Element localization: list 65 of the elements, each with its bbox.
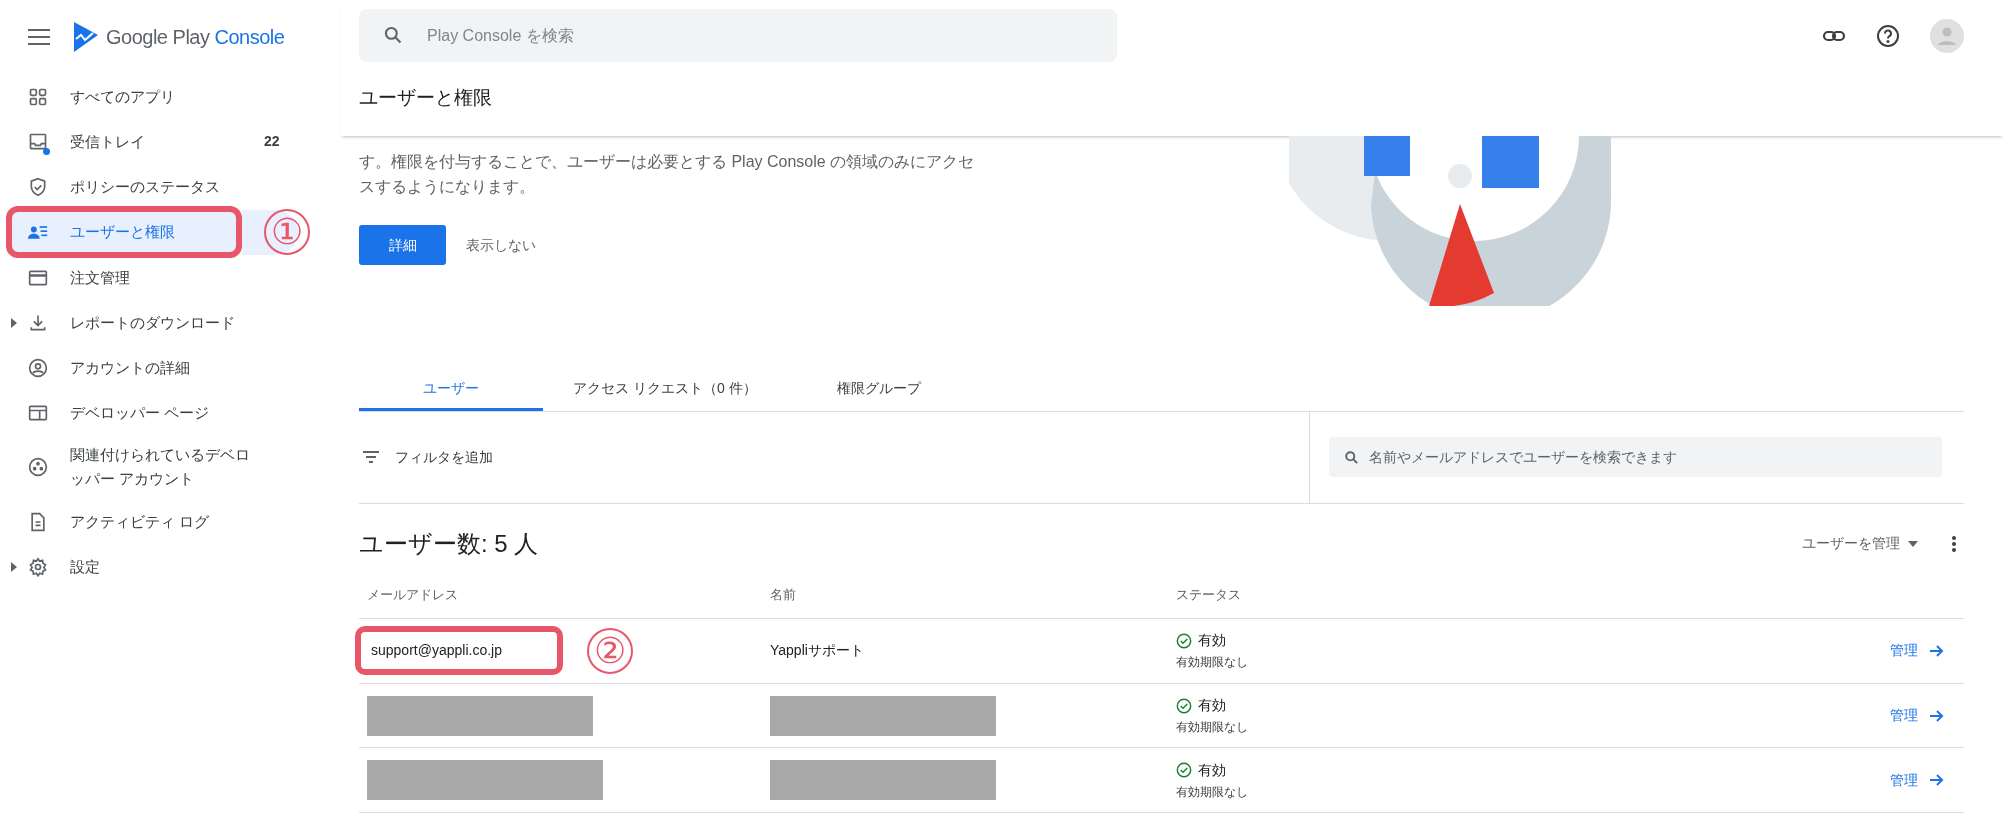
- column-header: ステータス: [1176, 586, 1242, 605]
- user-count-heading: ユーザー数: 5 人: [359, 528, 540, 559]
- column-header: メールアドレス: [367, 586, 459, 605]
- expand-arrow-icon[interactable]: [11, 317, 17, 328]
- sidebar-item[interactable]: デベロッパー ページ: [12, 390, 292, 435]
- check-circle-icon: [1176, 697, 1192, 714]
- arrow-icon: [1930, 709, 1944, 722]
- sidebar-item[interactable]: 注文管理: [12, 255, 292, 300]
- manage-users-menu[interactable]: ユーザーを管理: [1802, 533, 1918, 555]
- shield-icon: [28, 176, 48, 197]
- settings-icon: [28, 556, 48, 577]
- details-button[interactable]: 詳細: [359, 225, 446, 266]
- column-header: 名前: [770, 586, 797, 605]
- search-field[interactable]: Play Console を検索: [359, 9, 1117, 62]
- caret-icon: [1908, 540, 1918, 547]
- sidebar-item[interactable]: ポリシーのステータス: [12, 164, 292, 209]
- check-circle-icon: [1176, 632, 1192, 649]
- inbox-icon: [28, 131, 48, 152]
- name-cell-text: Yappliサポート: [770, 641, 865, 661]
- manage-link[interactable]: 管理: [1890, 640, 1944, 662]
- check-circle-icon: [1176, 762, 1192, 779]
- sidebar-item[interactable]: 関連付けられているデベロッパー アカウント: [12, 435, 292, 499]
- filter-icon[interactable]: [363, 451, 379, 464]
- arrow-icon: [1930, 644, 1944, 657]
- arrow-icon: [1930, 774, 1944, 787]
- sidebar-item[interactable]: レポートのダウンロード: [12, 300, 292, 345]
- sidebar-item[interactable]: アクティビティ ログ: [12, 499, 292, 544]
- add-filter-button[interactable]: フィルタを追加: [395, 446, 493, 468]
- search-icon: [1344, 450, 1359, 466]
- callout-number: ②: [587, 627, 633, 674]
- tab[interactable]: ユーザー: [359, 368, 543, 412]
- callout-number: ①: [264, 209, 310, 255]
- manage-link[interactable]: 管理: [1890, 769, 1944, 791]
- expiry-text: 有効期限なし: [1176, 654, 1249, 672]
- sidebar-item[interactable]: アカウントの詳細: [12, 345, 292, 390]
- linked-accounts-icon: [28, 457, 48, 477]
- account-icon: [28, 357, 48, 378]
- user-search-field[interactable]: 名前やメールアドレスでユーザーを検索できます: [1329, 437, 1942, 478]
- more-icon[interactable]: [1952, 535, 1956, 552]
- sidebar-item[interactable]: ユーザーと権限: [6, 206, 242, 258]
- sidebar-item[interactable]: 受信トレイ 22: [12, 119, 292, 164]
- app-logo-text: Google Play Console: [106, 25, 285, 50]
- dismiss-button[interactable]: 表示しない: [466, 234, 536, 256]
- tab[interactable]: 権限グループ: [786, 368, 971, 412]
- sidebar-item[interactable]: すべてのアプリ: [12, 74, 292, 119]
- status-text: 有効: [1198, 760, 1226, 780]
- page-title: ユーザーと権限: [359, 86, 493, 110]
- document-icon: [28, 511, 48, 532]
- manage-link[interactable]: 管理: [1890, 705, 1944, 727]
- play-logo-icon: [72, 22, 98, 52]
- search-icon: [383, 25, 403, 45]
- email-cell: support@yappli.co.jp: [355, 626, 563, 676]
- status-text: 有効: [1198, 696, 1226, 716]
- sidebar-item[interactable]: 設定: [12, 544, 292, 589]
- expiry-text: 有効期限なし: [1176, 719, 1249, 737]
- banner-text: スするようになります。: [359, 177, 536, 198]
- help-icon[interactable]: [1876, 23, 1900, 48]
- banner-text: す。権限を付与することで、ユーザーは必要とする Play Console の領域のみにアクセ: [359, 152, 976, 173]
- expiry-text: 有効期限なし: [1176, 783, 1249, 801]
- expand-arrow-icon[interactable]: [11, 561, 17, 572]
- item-count: 22: [264, 132, 280, 151]
- menu-icon[interactable]: [28, 29, 50, 45]
- status-text: 有効: [1198, 631, 1226, 651]
- grid-icon: [28, 86, 48, 107]
- tab[interactable]: アクセス リクエスト（0 件）: [543, 368, 787, 412]
